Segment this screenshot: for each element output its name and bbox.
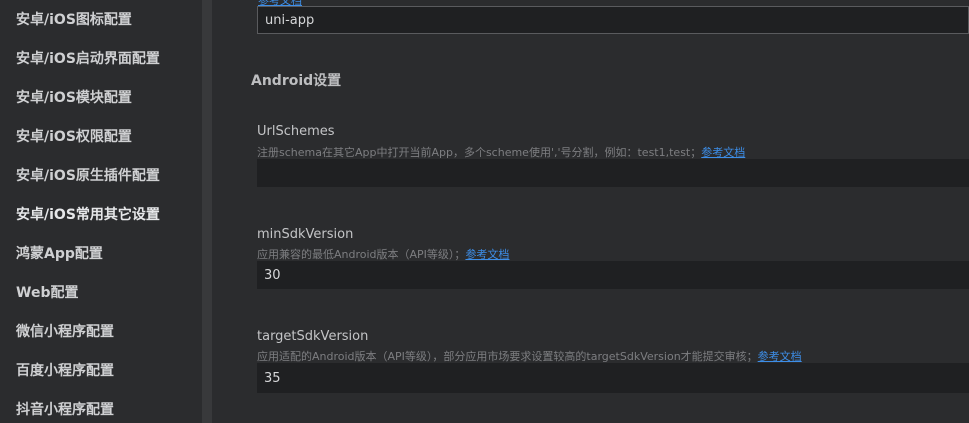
sidebar-item-weixin-config[interactable]: 微信小程序配置 bbox=[16, 320, 114, 344]
sidebar: 安卓/iOS图标配置 安卓/iOS启动界面配置 安卓/iOS模块配置 安卓/iO… bbox=[0, 0, 202, 423]
settings-panel: 参考文档 Android设置 UrlSchemes 注册schema在其它App… bbox=[212, 0, 969, 423]
sidebar-item-native-plugin-config[interactable]: 安卓/iOS原生插件配置 bbox=[16, 164, 160, 188]
sidebar-scrollbar[interactable] bbox=[202, 0, 212, 423]
target-sdk-label: targetSdkVersion bbox=[257, 329, 369, 344]
android-section-title: Android设置 bbox=[251, 73, 342, 89]
sidebar-item-splash-config[interactable]: 安卓/iOS启动界面配置 bbox=[16, 47, 160, 71]
urlschemes-input[interactable] bbox=[257, 159, 969, 187]
sidebar-item-permission-config[interactable]: 安卓/iOS权限配置 bbox=[16, 125, 132, 149]
sidebar-item-douyin-config[interactable]: 抖音小程序配置 bbox=[16, 398, 114, 422]
min-sdk-label: minSdkVersion bbox=[257, 227, 354, 242]
target-sdk-input[interactable] bbox=[257, 363, 969, 393]
sidebar-item-ios-icon-config[interactable]: 安卓/iOS图标配置 bbox=[16, 8, 132, 32]
min-sdk-doc-link[interactable]: 参考文档 bbox=[465, 248, 509, 261]
urlschemes-description-text: 注册schema在其它App中打开当前App，多个scheme使用','号分割，… bbox=[257, 146, 702, 159]
manifest-editor: 安卓/iOS图标配置 安卓/iOS启动界面配置 安卓/iOS模块配置 安卓/iO… bbox=[0, 0, 969, 423]
sidebar-item-web-config[interactable]: Web配置 bbox=[16, 281, 78, 305]
sidebar-item-harmony-config[interactable]: 鸿蒙App配置 bbox=[16, 242, 103, 266]
min-sdk-description-text: 应用兼容的最低Android版本（API等级）； bbox=[257, 248, 466, 261]
sidebar-item-module-config[interactable]: 安卓/iOS模块配置 bbox=[16, 86, 132, 110]
min-sdk-input[interactable] bbox=[257, 261, 969, 289]
target-sdk-doc-link[interactable]: 参考文档 bbox=[758, 350, 802, 363]
urlschemes-description: 注册schema在其它App中打开当前App，多个scheme使用','号分割，… bbox=[257, 144, 745, 160]
urlschemes-doc-link[interactable]: 参考文档 bbox=[701, 146, 745, 159]
target-sdk-description: 应用适配的Android版本（API等级），部分应用市场要求设置较高的targe… bbox=[257, 348, 802, 364]
target-sdk-description-text: 应用适配的Android版本（API等级），部分应用市场要求设置较高的targe… bbox=[257, 350, 758, 363]
urlschemes-label: UrlSchemes bbox=[257, 124, 335, 139]
sidebar-item-baidu-config[interactable]: 百度小程序配置 bbox=[16, 359, 114, 383]
min-sdk-description: 应用兼容的最低Android版本（API等级）；参考文档 bbox=[257, 246, 509, 262]
app-name-input[interactable] bbox=[257, 6, 969, 34]
sidebar-item-other-settings[interactable]: 安卓/iOS常用其它设置 bbox=[16, 203, 160, 227]
